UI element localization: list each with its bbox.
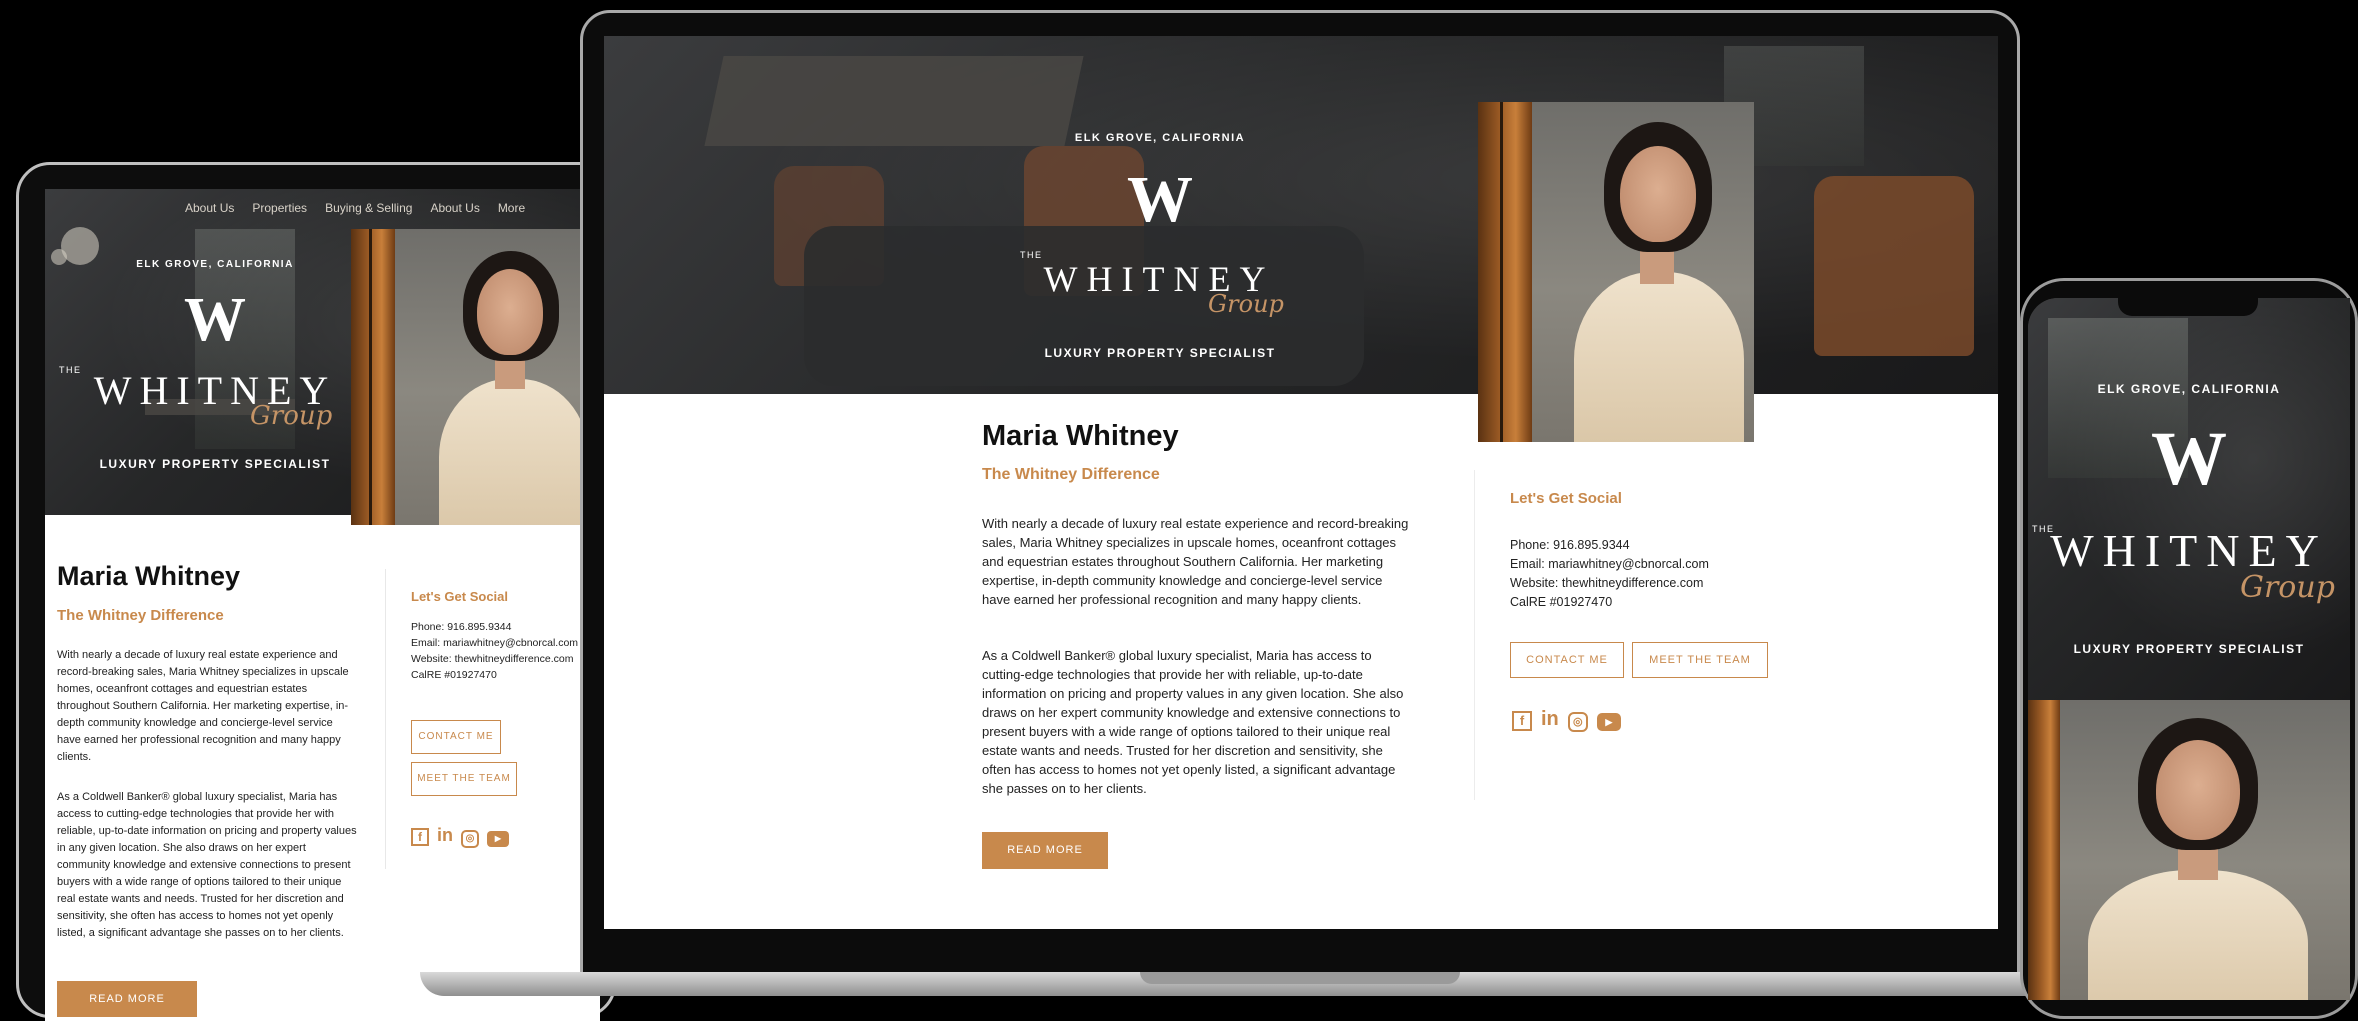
laptop-paragraph-2: As a Coldwell Banker® global luxury spec… <box>982 648 1404 796</box>
phone-tagline: LUXURY PROPERTY SPECIALIST <box>2073 642 2305 656</box>
laptop-notch <box>1140 972 1460 984</box>
phone-notch <box>2118 298 2258 316</box>
phone-logo-script: Group <box>2240 570 2335 605</box>
laptop-phone: Phone: 916.895.9344 <box>1510 538 1630 552</box>
tablet-logo-script: Group <box>250 401 333 431</box>
laptop-social-heading: Let's Get Social <box>1510 490 1622 507</box>
tablet-website: Website: thewhitneydifference.com <box>411 653 574 665</box>
phone-location: ELK GROVE, CALIFORNIA <box>2097 382 2281 396</box>
laptop-logo-script: Group <box>1208 290 1284 318</box>
tablet-tagline: LUXURY PROPERTY SPECIALIST <box>99 457 331 471</box>
phone-screen: ELK GROVE, CALIFORNIA W THE WHITNEY Grou… <box>2028 298 2350 1000</box>
laptop-logo-mark: W <box>1127 163 1193 236</box>
facebook-icon[interactable]: f <box>411 828 429 846</box>
linkedin-icon[interactable]: in <box>1541 708 1559 731</box>
tablet-phone: Phone: 916.895.9344 <box>411 621 512 633</box>
laptop-contact-button[interactable]: CONTACT ME <box>1510 642 1624 678</box>
instagram-icon[interactable]: ◎ <box>461 830 479 848</box>
tablet-email: Email: mariawhitney@cbnorcal.com <box>411 637 579 649</box>
tablet-license: CalRE #01927470 <box>411 669 497 681</box>
laptop-subtitle: The Whitney Difference <box>982 466 1160 483</box>
laptop-team-button[interactable]: MEET THE TEAM <box>1632 642 1768 678</box>
tablet-team-button[interactable]: MEET THE TEAM <box>411 762 517 796</box>
tablet-agent-name: Maria Whitney <box>57 561 241 591</box>
tablet-nav: About Us Properties Buying & Selling About … <box>185 201 543 215</box>
tablet-social-heading: Let's Get Social <box>411 589 509 604</box>
youtube-icon[interactable]: ▶ <box>1596 713 1621 731</box>
linkedin-icon[interactable]: in <box>437 825 453 846</box>
tablet-logo-mark: W <box>184 286 246 354</box>
tablet-paragraph-2: As a Coldwell Banker® global luxury spec… <box>57 791 357 939</box>
phone-portrait <box>2028 700 2350 1000</box>
laptop-social-icons: f in ◎ ▶ <box>1512 708 1621 732</box>
tablet-nav-item[interactable]: Buying & Selling <box>325 201 412 215</box>
tablet-subtitle: The Whitney Difference <box>57 607 224 624</box>
laptop-location: ELK GROVE, CALIFORNIA <box>1074 132 1246 144</box>
tablet-divider <box>385 569 386 869</box>
tablet-nav-item[interactable]: More <box>498 201 525 215</box>
tablet-screen: About Us Properties Buying & Selling About … <box>45 189 600 1021</box>
tablet-contact-button[interactable]: CONTACT ME <box>411 720 501 754</box>
laptop-hero: ELK GROVE, CALIFORNIA W THE WHITNEY Grou… <box>604 36 1998 394</box>
laptop-website: Website: thewhitneydifference.com <box>1510 576 1704 590</box>
phone-hero: ELK GROVE, CALIFORNIA W THE WHITNEY Grou… <box>2028 298 2350 700</box>
facebook-icon[interactable]: f <box>1512 711 1532 731</box>
tablet-social-icons: f in ◎ ▶ <box>411 825 509 848</box>
laptop-agent-name: Maria Whitney <box>982 420 1179 452</box>
laptop-paragraph-1: With nearly a decade of luxury real esta… <box>982 516 1409 607</box>
laptop-screen: ELK GROVE, CALIFORNIA W THE WHITNEY Grou… <box>604 36 1998 929</box>
laptop-email: Email: mariawhitney@cbnorcal.com <box>1510 557 1709 571</box>
laptop-portrait <box>1478 102 1754 442</box>
instagram-icon[interactable]: ◎ <box>1567 712 1588 732</box>
laptop-divider <box>1474 470 1475 800</box>
phone-logo-mark: W <box>2151 417 2227 501</box>
tablet-read-more-button[interactable]: READ MORE <box>57 981 197 1017</box>
laptop-tagline: LUXURY PROPERTY SPECIALIST <box>1044 346 1276 360</box>
laptop-license: CalRE #01927470 <box>1510 595 1613 609</box>
tablet-device: About Us Properties Buying & Selling About … <box>16 162 616 1021</box>
tablet-location: ELK GROVE, CALIFORNIA <box>136 259 294 270</box>
laptop-read-more-button[interactable]: READ MORE <box>982 832 1108 869</box>
youtube-icon[interactable]: ▶ <box>487 831 509 847</box>
tablet-portrait <box>351 229 600 525</box>
tablet-nav-item[interactable]: Properties <box>252 201 307 215</box>
tablet-nav-item[interactable]: About Us <box>430 201 479 215</box>
tablet-nav-item[interactable]: About Us <box>185 201 234 215</box>
tablet-paragraph-1: With nearly a decade of luxury real esta… <box>57 649 349 763</box>
tablet-hero: About Us Properties Buying & Selling About … <box>45 189 600 525</box>
